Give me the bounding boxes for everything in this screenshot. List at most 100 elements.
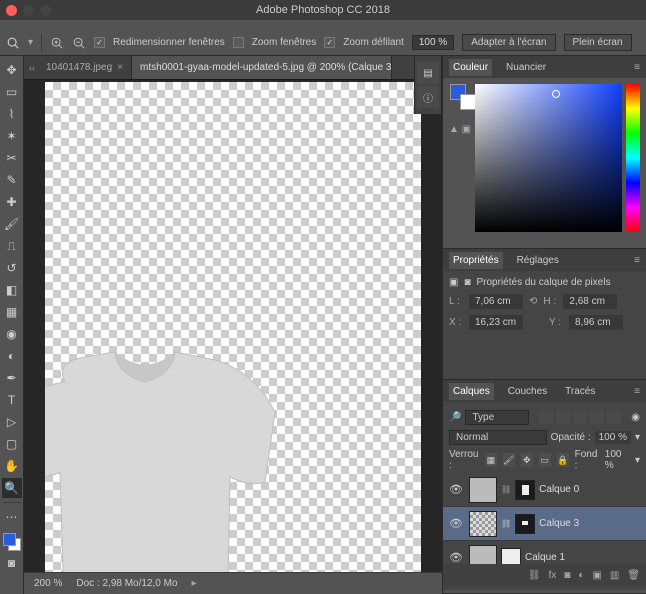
- zoom-tool-icon[interactable]: 🔍: [2, 478, 22, 498]
- mask-thumb[interactable]: [501, 548, 521, 565]
- layer-name[interactable]: Calque 0: [539, 484, 579, 495]
- x-field[interactable]: 16,23 cm: [469, 315, 523, 330]
- fit-screen-button[interactable]: Adapter à l'écran: [462, 34, 555, 51]
- layer-row[interactable]: 👁 ⛓ Calque 3: [443, 507, 646, 541]
- window-min-icon[interactable]: [23, 5, 34, 16]
- layer-thumb[interactable]: [469, 545, 497, 565]
- filter-shape-icon[interactable]: [590, 410, 604, 424]
- brush-tool-icon[interactable]: 🖌: [2, 214, 22, 234]
- visibility-icon[interactable]: 👁: [447, 551, 465, 564]
- y-field[interactable]: 8,96 cm: [569, 315, 623, 330]
- layer-name[interactable]: Calque 1: [525, 552, 565, 563]
- opacity-field[interactable]: 100 %: [595, 431, 631, 444]
- mask-thumb[interactable]: [515, 514, 535, 534]
- zoom-readout[interactable]: 200 %: [34, 578, 62, 589]
- lock-trans-icon[interactable]: ▦: [485, 453, 497, 467]
- new-layer-icon[interactable]: ▥: [610, 570, 619, 581]
- history-brush-icon[interactable]: ↺: [2, 258, 22, 278]
- mask-icon[interactable]: ◙: [564, 570, 570, 581]
- layer-row[interactable]: 👁 ⛓ Calque 0: [443, 473, 646, 507]
- filter-pixel-icon[interactable]: [539, 410, 553, 424]
- history-panel-icon[interactable]: ▤: [417, 62, 439, 84]
- layer-name[interactable]: Calque 3: [539, 518, 579, 529]
- filter-smart-icon[interactable]: [607, 410, 621, 424]
- full-screen-button[interactable]: Plein écran: [564, 34, 632, 51]
- blend-mode-select[interactable]: Normal: [449, 430, 547, 445]
- healing-tool-icon[interactable]: ✚: [2, 192, 22, 212]
- crop-tool-icon[interactable]: ✂: [2, 148, 22, 168]
- chevron-down-icon[interactable]: ▾: [28, 37, 33, 48]
- info-panel-icon[interactable]: ⓘ: [417, 86, 439, 108]
- panel-menu-icon[interactable]: ≡: [634, 62, 640, 73]
- tab-swatches[interactable]: Nuancier: [502, 59, 550, 76]
- fx-icon[interactable]: fx: [549, 570, 557, 581]
- shape-tool-icon[interactable]: ▢: [2, 434, 22, 454]
- lock-nest-icon[interactable]: ▭: [539, 453, 551, 467]
- pen-tool-icon[interactable]: ✒: [2, 368, 22, 388]
- hue-slider[interactable]: [626, 84, 640, 232]
- link-layers-icon[interactable]: ⛓: [528, 570, 541, 581]
- tab-color[interactable]: Couleur: [449, 59, 492, 76]
- mask-thumb[interactable]: [515, 480, 535, 500]
- tab-channels[interactable]: Couches: [504, 383, 551, 400]
- marquee-tool-icon[interactable]: ▭: [2, 82, 22, 102]
- filter-type-icon[interactable]: [573, 410, 587, 424]
- edit-toolbar-icon[interactable]: ⋯: [2, 507, 22, 527]
- group-icon[interactable]: ▣: [592, 570, 601, 581]
- window-max-icon[interactable]: [40, 5, 51, 16]
- trash-icon[interactable]: 🗑: [627, 570, 640, 581]
- doc-size-readout[interactable]: Doc : 2,98 Mo/12,0 Mo: [76, 578, 177, 589]
- eraser-tool-icon[interactable]: ◧: [2, 280, 22, 300]
- close-tab-icon[interactable]: ×: [117, 62, 123, 73]
- filter-icon[interactable]: 🔎: [449, 412, 461, 423]
- resize-windows-checkbox[interactable]: ✓: [94, 37, 105, 48]
- adjustment-icon[interactable]: ◐: [578, 570, 584, 581]
- layer-thumb[interactable]: [469, 477, 497, 503]
- eyedropper-tool-icon[interactable]: ✎: [2, 170, 22, 190]
- filter-toggle-icon[interactable]: ◉: [631, 412, 640, 423]
- quickmask-icon[interactable]: ◙: [2, 553, 22, 573]
- tab-layers[interactable]: Calques: [449, 383, 494, 400]
- window-close-icon[interactable]: [6, 5, 17, 16]
- chevron-down-icon[interactable]: ▾: [635, 432, 640, 443]
- layer-thumb[interactable]: [469, 511, 497, 537]
- gradient-tool-icon[interactable]: ▦: [2, 302, 22, 322]
- panel-menu-icon[interactable]: ≡: [634, 255, 640, 266]
- chevron-down-icon[interactable]: ▾: [635, 455, 640, 466]
- panel-menu-icon[interactable]: ≡: [634, 386, 640, 397]
- filter-adj-icon[interactable]: [556, 410, 570, 424]
- move-tool-icon[interactable]: ✥: [2, 60, 22, 80]
- visibility-icon[interactable]: 👁: [447, 517, 465, 530]
- quick-select-tool-icon[interactable]: ✶: [2, 126, 22, 146]
- type-tool-icon[interactable]: T: [2, 390, 22, 410]
- blur-tool-icon[interactable]: ◉: [2, 324, 22, 344]
- stamp-tool-icon[interactable]: ⎍: [2, 236, 22, 256]
- status-menu-icon[interactable]: ▸: [192, 578, 197, 589]
- color-swatch[interactable]: [3, 533, 21, 551]
- tab-paths[interactable]: Tracés: [561, 383, 599, 400]
- zoom-out-icon[interactable]: [72, 36, 86, 50]
- dodge-tool-icon[interactable]: ◐: [2, 346, 22, 366]
- zoom-pct-button[interactable]: 100 %: [412, 35, 454, 50]
- zoom-windows-checkbox[interactable]: [233, 37, 244, 48]
- tab-doc-0[interactable]: 10401478.jpeg ×: [24, 56, 132, 79]
- lock-all-icon[interactable]: 🔒: [557, 453, 569, 467]
- width-field[interactable]: 7,06 cm: [469, 294, 523, 309]
- tab-adjustments[interactable]: Réglages: [513, 252, 563, 269]
- color-mode-icon[interactable]: ▲ ▣: [449, 124, 471, 135]
- lock-pos-icon[interactable]: ✥: [521, 453, 533, 467]
- lock-paint-icon[interactable]: 🖌: [503, 453, 515, 467]
- tab-doc-1[interactable]: mtsh0001-gyaa-model-updated-5.jpg @ 200%…: [132, 56, 392, 79]
- link-icon[interactable]: ⟲: [529, 296, 537, 307]
- hand-tool-icon[interactable]: ✋: [2, 456, 22, 476]
- height-field[interactable]: 2,68 cm: [563, 294, 617, 309]
- zoom-in-icon[interactable]: [50, 36, 64, 50]
- scrubby-zoom-checkbox[interactable]: ✓: [324, 37, 335, 48]
- zoom-tool-icon[interactable]: [6, 36, 20, 50]
- layer-row[interactable]: 👁 Calque 1: [443, 541, 646, 564]
- color-picker[interactable]: [475, 84, 622, 232]
- canvas-area[interactable]: [24, 80, 442, 572]
- visibility-icon[interactable]: 👁: [447, 483, 465, 496]
- fill-field[interactable]: 100 %: [605, 449, 629, 471]
- lasso-tool-icon[interactable]: ⌇: [2, 104, 22, 124]
